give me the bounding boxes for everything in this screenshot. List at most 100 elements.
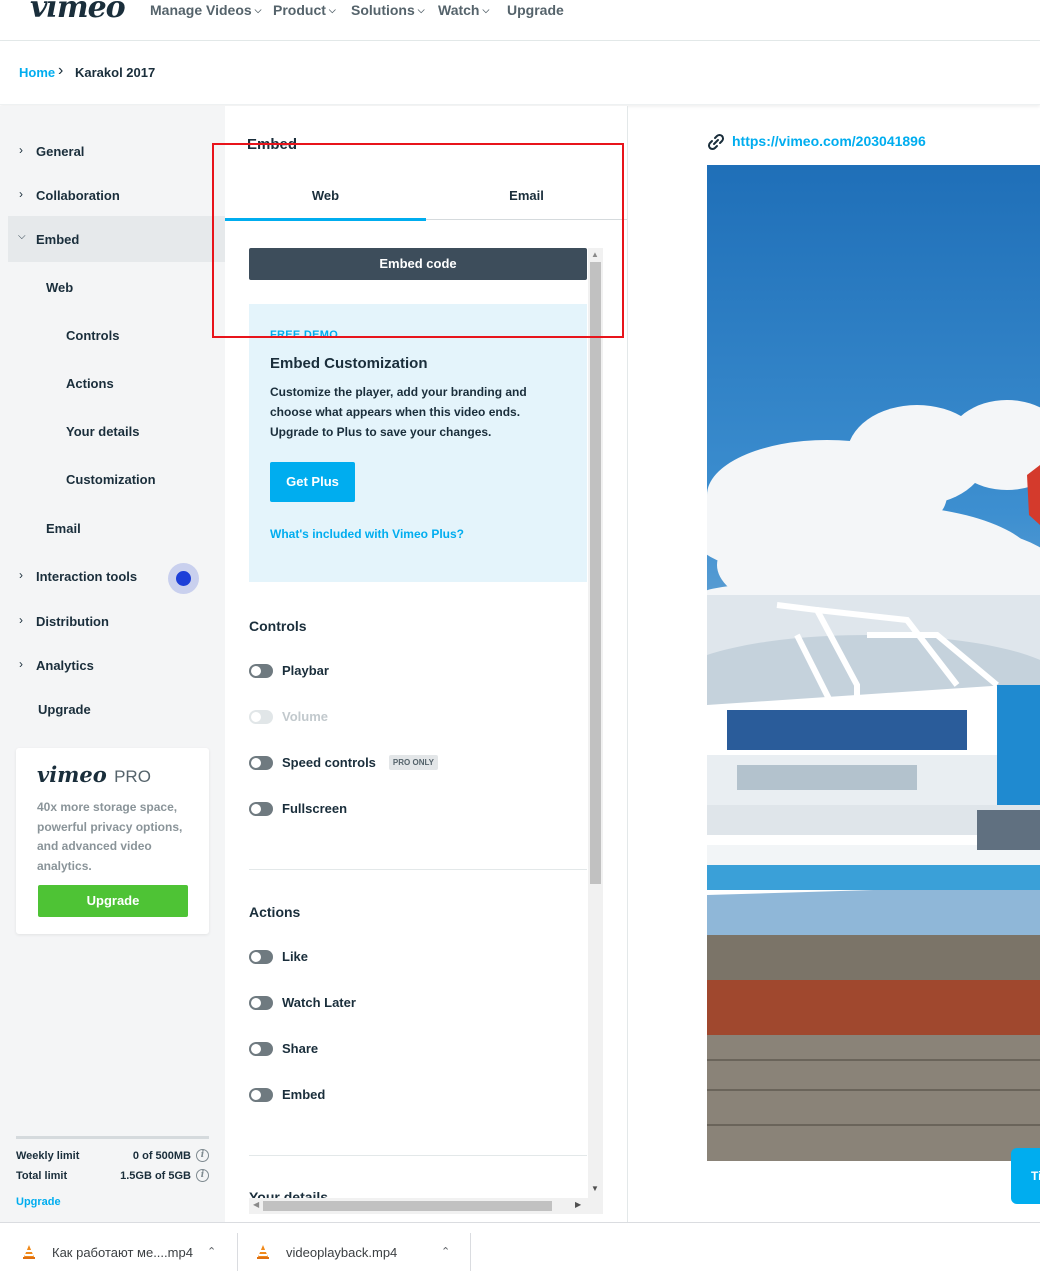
nav-watch[interactable]: Watch ⌵ [438,2,489,18]
info-icon[interactable]: i [196,1169,209,1182]
free-demo-card: FREE DEMO Embed Customization Customize … [249,304,587,582]
boat-photo [707,165,1040,1161]
info-icon[interactable]: i [196,1149,209,1162]
panel-title: Embed [247,136,298,153]
sidebar-item-email[interactable]: Email [46,521,81,536]
nav-label: Product [273,2,326,18]
toggle-row-watch-later[interactable]: Watch Later [249,995,356,1010]
toggle-switch[interactable] [249,949,273,964]
demo-tag: FREE DEMO [270,329,339,341]
settings-sidebar: › General › Collaboration ⌵ Embed Web Co… [0,106,225,1222]
toggle-switch[interactable] [249,663,273,678]
toggle-label: Fullscreen [282,801,348,816]
total-limit-label: Total limit [16,1170,68,1182]
nav-solutions[interactable]: Solutions ⌵ [351,2,425,18]
toggle-switch[interactable] [249,1041,273,1056]
chevron-down-icon: ⌵ [18,231,26,242]
vimeo-logo[interactable]: vimeo [30,0,126,25]
sidebar-item-your-details[interactable]: Your details [66,424,139,439]
tab-web[interactable]: Web [225,188,426,203]
chevron-down-icon: ⌵ [254,4,262,15]
toggle-switch[interactable] [249,801,273,816]
sidebar-item-general[interactable]: General [36,144,84,159]
sidebar-item-customization[interactable]: Customization [66,472,156,487]
horizontal-scrollbar[interactable]: ◀ ▶ [249,1198,603,1214]
toggle-switch[interactable] [249,1087,273,1102]
link-icon [707,133,725,151]
scrollbar-thumb[interactable] [590,262,601,884]
toggle-row-speed-controls[interactable]: Speed controls PRO ONLY [249,755,438,770]
nav-upgrade[interactable]: Upgrade [507,2,564,18]
weekly-limit-row: Weekly limit 0 of 500MB i [16,1149,209,1162]
vimeo-plus-info-link[interactable]: What's included with Vimeo Plus? [270,527,464,541]
breadcrumb-home-link[interactable]: Home [19,65,55,80]
sidebar-item-web[interactable]: Web [46,280,73,295]
weekly-limit-label: Weekly limit [16,1150,80,1162]
pro-upgrade-button[interactable]: Upgrade [38,885,188,917]
tab-email[interactable]: Email [426,188,627,203]
nav-label: Manage Videos [150,2,252,18]
embed-settings-panel: Embed Web Email Embed code FREE DEMO Emb… [225,106,628,1222]
nav-label: Solutions [351,2,415,18]
vertical-scrollbar[interactable]: ▲ ▼ [588,248,603,1198]
controls-section-title: Controls [249,618,307,634]
embed-code-button[interactable]: Embed code [249,248,587,280]
scroll-down-arrow-icon[interactable]: ▼ [591,1184,599,1193]
get-plus-button[interactable]: Get Plus [270,462,355,502]
chevron-down-icon: ⌵ [328,4,336,15]
downloads-bar: Как работают ме....mp4 ⌃ videoplayback.m… [0,1222,1040,1280]
sidebar-item-distribution[interactable]: Distribution [36,614,109,629]
demo-text: Customize the player, add your branding … [270,385,527,439]
nav-manage-videos[interactable]: Manage Videos ⌵ [150,2,262,18]
breadcrumb-current: Karakol 2017 [75,65,156,80]
vlc-cone-icon [23,1245,35,1259]
top-nav: vimeo Manage Videos ⌵ Product ⌵ Solutions ⌵… [0,0,1040,41]
chevron-right-icon: › [19,568,23,582]
sidebar-item-upgrade[interactable]: Upgrade [38,702,91,717]
nav-label: Watch [438,2,480,18]
toggle-label: Watch Later [282,995,356,1010]
toggle-row-playbar[interactable]: Playbar [249,663,329,678]
chevron-up-icon[interactable]: ⌃ [441,1245,450,1258]
sidebar-item-embed[interactable]: Embed [36,232,79,247]
chevron-right-icon: › [19,613,23,627]
toggle-row-share[interactable]: Share [249,1041,318,1056]
chevron-up-icon[interactable]: ⌃ [207,1245,216,1258]
chevron-down-icon: ⌵ [482,4,490,15]
chevron-right-icon: › [58,62,64,79]
sidebar-item-actions[interactable]: Actions [66,376,114,391]
scrollbar-thumb[interactable] [263,1201,552,1211]
scroll-left-arrow-icon[interactable]: ◀ [253,1200,259,1209]
nav-product[interactable]: Product ⌵ [273,2,336,18]
chevron-right-icon: › [19,187,23,201]
toggle-switch[interactable] [249,995,273,1010]
divider [470,1233,471,1271]
feedback-side-tab[interactable]: Ti [1011,1148,1040,1204]
toggle-row-embed[interactable]: Embed [249,1087,325,1102]
download-item[interactable]: videoplayback.mp4 [256,1223,397,1280]
video-preview-thumbnail[interactable] [707,165,1040,1161]
download-filename: videoplayback.mp4 [286,1244,398,1260]
video-url-link[interactable]: https://vimeo.com/203041896 [732,133,926,149]
toggle-row-like[interactable]: Like [249,949,308,964]
download-item[interactable]: Как работают ме....mp4 [22,1223,193,1280]
limits-upgrade-link[interactable]: Upgrade [16,1196,61,1208]
sidebar-item-controls[interactable]: Controls [66,328,119,343]
total-limit-value: 1.5GB of 5GB [120,1170,191,1182]
sidebar-item-collaboration[interactable]: Collaboration [36,188,120,203]
weekly-limit-value: 0 of 500MB [132,1150,191,1162]
scroll-right-arrow-icon[interactable]: ▶ [575,1200,581,1209]
total-limit-row: Total limit 1.5GB of 5GB i [16,1169,209,1182]
toggle-label: Like [282,949,309,964]
sidebar-item-analytics[interactable]: Analytics [36,658,94,673]
sidebar-item-interaction-tools[interactable]: Interaction tools [36,569,137,584]
nav-label: Upgrade [507,2,564,18]
toggle-label: Volume [282,709,328,724]
download-filename: Как работают ме....mp4 [52,1244,193,1260]
limit-progress-bar [16,1136,209,1139]
toggle-switch[interactable] [249,755,273,770]
section-divider [249,869,587,870]
vlc-cone-icon [257,1245,269,1259]
toggle-row-fullscreen[interactable]: Fullscreen [249,801,347,816]
scroll-up-arrow-icon[interactable]: ▲ [591,250,599,259]
